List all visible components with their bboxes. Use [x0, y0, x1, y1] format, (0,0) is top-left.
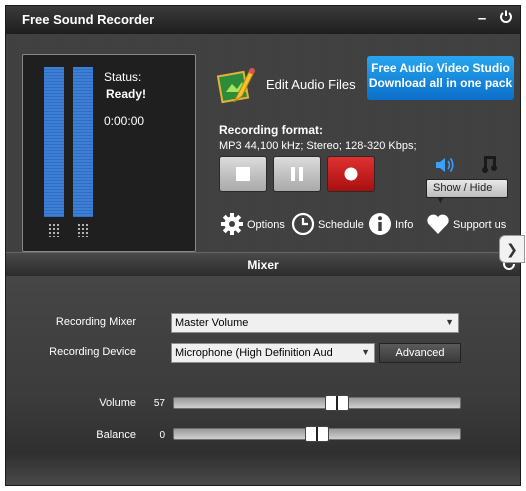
info-button[interactable]: Info — [368, 212, 418, 236]
status-label: Status: — [104, 70, 142, 84]
recording-device-select[interactable]: Microphone (High Definition Aud ▼ — [171, 343, 375, 363]
recording-time: 0:00:00 — [104, 114, 145, 128]
recording-mixer-select[interactable]: Master Volume ▼ — [171, 313, 459, 333]
info-label: Info — [395, 219, 414, 231]
balance-value: 0 — [159, 430, 165, 441]
balance-label: Balance — [96, 429, 136, 441]
show-hide-label: Show / Hide — [433, 182, 493, 194]
volume-slider-thumb[interactable] — [325, 395, 350, 411]
left-channel-indicator — [48, 223, 60, 237]
heart-icon — [427, 214, 449, 234]
recording-mixer-label: Recording Mixer — [55, 316, 136, 328]
left-level-bar — [44, 67, 64, 217]
gear-icon — [221, 213, 243, 235]
window-title: Free Sound Recorder — [22, 12, 155, 27]
level-meter-panel: Status: Ready! 0:00:00 — [22, 54, 196, 252]
expand-panel-button[interactable]: ❯ — [499, 235, 525, 263]
power-button[interactable] — [496, 10, 516, 28]
promo-line-2: Download all in one pack — [368, 76, 513, 90]
music-note-icon[interactable] — [482, 154, 500, 174]
recording-device-value: Microphone (High Definition Aud — [175, 347, 333, 359]
stop-icon — [236, 167, 250, 181]
options-label: Options — [247, 219, 285, 231]
edit-audio-files-label: Edit Audio Files — [266, 77, 356, 92]
support-us-label: Support us — [453, 219, 507, 231]
chevron-down-icon: ▼ — [361, 347, 370, 357]
promo-line-1: Free Audio Video Studio — [371, 61, 510, 75]
recorder-panel: Status: Ready! 0:00:00 Edit Audio Files … — [6, 34, 520, 252]
clock-icon — [291, 212, 315, 236]
power-icon — [500, 10, 512, 23]
record-button[interactable] — [327, 156, 375, 192]
mixer-panel: Recording Mixer Master Volume ▼ Recordin… — [6, 276, 520, 485]
right-level-bar — [73, 67, 93, 217]
recording-mixer-value: Master Volume — [175, 317, 249, 329]
schedule-button[interactable]: Schedule — [291, 212, 364, 236]
mixer-header: Mixer — [6, 252, 520, 276]
mixer-title: Mixer — [247, 258, 279, 272]
chevron-down-icon: ▼ — [445, 317, 454, 327]
balance-slider-thumb[interactable] — [305, 426, 329, 442]
volume-label: Volume — [99, 397, 136, 409]
volume-slider[interactable] — [173, 395, 461, 411]
stop-button[interactable] — [219, 156, 267, 192]
show-hide-dropdown[interactable]: Show / Hide ▼ — [426, 179, 508, 205]
right-channel-indicator — [77, 223, 89, 237]
record-icon — [344, 167, 358, 181]
status-value: Ready! — [106, 87, 147, 101]
recording-format-label: Recording format: — [219, 123, 324, 137]
title-bar: Free Sound Recorder – — [6, 6, 520, 34]
schedule-label: Schedule — [318, 219, 364, 231]
app-window: Free Sound Recorder – Status: Ready! 0:0… — [5, 5, 525, 486]
minimize-button[interactable]: – — [472, 10, 492, 27]
volume-value: 57 — [153, 398, 165, 409]
advanced-button[interactable]: Advanced — [379, 343, 461, 363]
audio-editor-icon — [216, 68, 255, 104]
chevron-down-icon: ▼ — [436, 195, 445, 205]
options-button[interactable]: Options — [220, 212, 286, 236]
pause-icon — [291, 167, 303, 181]
promo-banner[interactable]: Free Audio Video Studio Download all in … — [367, 56, 514, 100]
speaker-icon[interactable] — [434, 156, 456, 174]
chevron-right-icon: ❯ — [506, 241, 518, 257]
info-icon — [369, 213, 391, 235]
support-us-button[interactable]: Support us — [426, 212, 508, 236]
balance-slider[interactable] — [173, 426, 461, 442]
recording-format-value: MP3 44,100 kHz; Stereo; 128-320 Kbps; — [219, 140, 417, 152]
pause-button[interactable] — [273, 156, 321, 192]
recording-device-label: Recording Device — [49, 346, 136, 358]
